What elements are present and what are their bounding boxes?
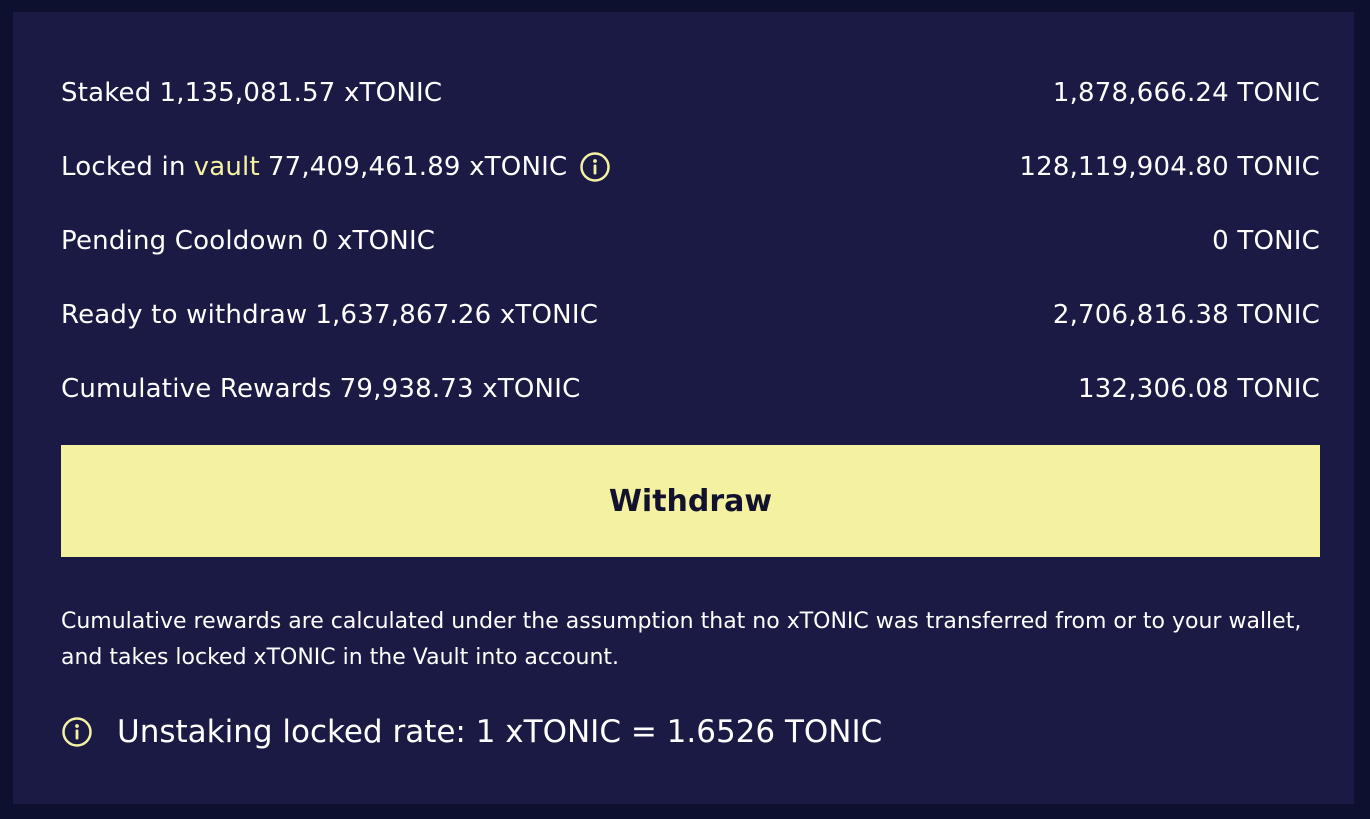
unstaking-rate-text: Unstaking locked rate: 1 xTONIC = 1.6526… xyxy=(117,714,883,750)
staking-panel: Staked 1,135,081.57 xTONIC 1,878,666.24 T… xyxy=(13,12,1354,804)
balance-list: Staked 1,135,081.57 xTONIC 1,878,666.24 T… xyxy=(61,56,1320,426)
locked-amount: 77,409,461.89 xTONIC xyxy=(267,152,568,182)
rewards-value: 132,306.08 TONIC xyxy=(1078,374,1320,404)
staked-row: Staked 1,135,081.57 xTONIC 1,878,666.24 T… xyxy=(61,56,1320,130)
info-icon-svg xyxy=(62,717,92,747)
info-icon[interactable] xyxy=(579,151,611,183)
info-icon-svg xyxy=(580,152,611,182)
ready-label: Ready to withdraw xyxy=(61,300,308,330)
locked-value: 128,119,904.80 TONIC xyxy=(1019,152,1320,182)
pending-value: 0 TONIC xyxy=(1212,226,1320,256)
pending-label: Pending Cooldown xyxy=(61,226,304,256)
ready-to-withdraw-row: Ready to withdraw 1,637,867.26 xTONIC 2,7… xyxy=(61,278,1320,352)
rewards-note: Cumulative rewards are calculated under … xyxy=(61,609,1302,670)
ready-value: 2,706,816.38 TONIC xyxy=(1052,300,1320,330)
rewards-label: Cumulative Rewards xyxy=(61,374,332,404)
pending-amount: 0 xTONIC xyxy=(311,226,436,256)
vault-link[interactable]: vault xyxy=(194,152,260,182)
withdraw-button[interactable]: Withdraw xyxy=(61,445,1320,557)
staked-label: Staked xyxy=(61,78,152,108)
cumulative-rewards-row: Cumulative Rewards 79,938.73 xTONIC 132,3… xyxy=(61,352,1320,426)
staked-value: 1,878,666.24 TONIC xyxy=(1052,78,1320,108)
rewards-amount: 79,938.73 xTONIC xyxy=(339,374,581,404)
locked-in-vault-row: Locked in vault 77,409,461.89 xTONIC 128,1… xyxy=(61,130,1320,204)
pending-cooldown-row: Pending Cooldown 0 xTONIC 0 TONIC xyxy=(61,204,1320,278)
staked-amount: 1,135,081.57 xTONIC xyxy=(159,78,443,108)
info-icon xyxy=(61,716,93,748)
ready-amount: 1,637,867.26 xTONIC xyxy=(315,300,599,330)
locked-label: Locked in xyxy=(61,152,186,182)
unstaking-rate: Unstaking locked rate: 1 xTONIC = 1.6526… xyxy=(61,714,882,750)
